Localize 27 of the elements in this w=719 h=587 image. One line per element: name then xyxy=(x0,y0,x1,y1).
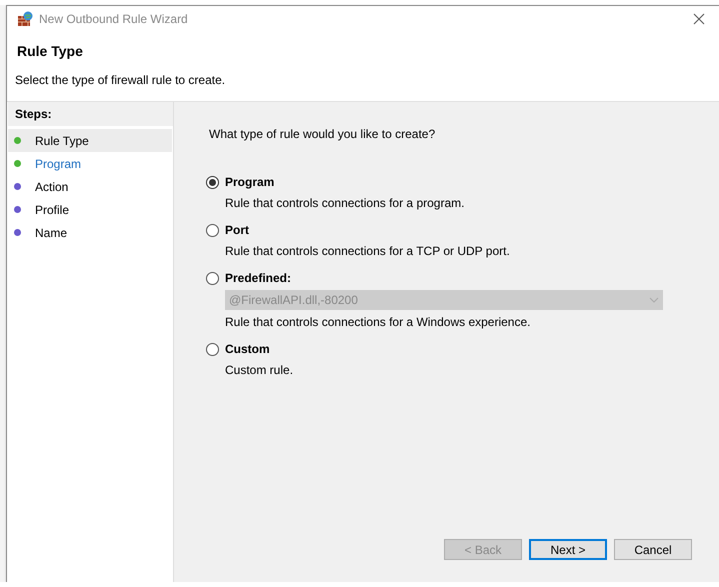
wizard-button[interactable]: Next > xyxy=(529,539,607,560)
step-item[interactable]: Rule Type xyxy=(8,129,172,152)
step-item[interactable]: Name xyxy=(8,221,172,244)
radio-button[interactable] xyxy=(206,272,219,284)
caret-icon xyxy=(649,297,659,303)
option-description: Rule that controls connections for a program. xyxy=(225,195,466,212)
radio-button[interactable] xyxy=(206,342,219,356)
steps-heading: Steps: xyxy=(8,102,173,126)
option-label[interactable]: Port xyxy=(225,221,249,239)
step-item[interactable]: Program xyxy=(8,152,172,175)
option-label[interactable]: Predefined: xyxy=(225,269,292,287)
option-label[interactable]: Custom xyxy=(225,340,270,358)
close-icon[interactable] xyxy=(693,12,705,24)
firewall-icon xyxy=(17,10,33,26)
step-item[interactable]: Action xyxy=(8,175,172,198)
question-text: What type of rule would you like to create? xyxy=(209,126,436,143)
step-item[interactable]: Profile xyxy=(8,198,172,221)
page-title: Rule Type xyxy=(17,42,84,61)
wizard-button[interactable]: Cancel xyxy=(614,539,692,560)
option-description: Custom rule. xyxy=(225,362,294,379)
radio-button[interactable] xyxy=(206,224,219,236)
option-description: Rule that controls connections for a Windows experience. xyxy=(225,314,532,331)
window-title: New Outbound Rule Wizard xyxy=(39,10,188,28)
option-description: Rule that controls connections for a TCP or UDP port. xyxy=(225,243,511,260)
radio-button[interactable] xyxy=(206,176,219,188)
option-label[interactable]: Program xyxy=(225,173,274,191)
page-subtitle: Select the type of firewall rule to create. xyxy=(15,72,226,89)
